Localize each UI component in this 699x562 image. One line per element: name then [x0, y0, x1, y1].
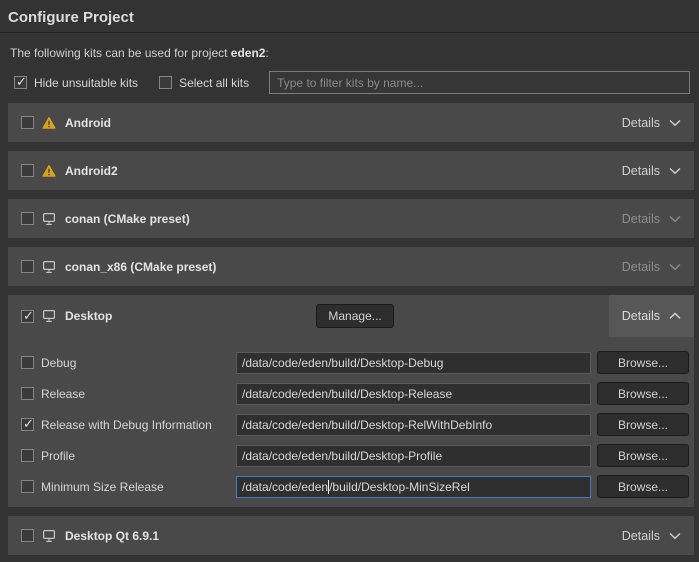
kits-description-suffix: : [265, 46, 268, 60]
details-label: Details [622, 164, 660, 178]
config-row-minsizerel: Minimum Size Release /data/code/eden/bui… [21, 475, 694, 498]
desktop-icon [42, 260, 56, 274]
warning-icon [42, 164, 56, 178]
details-label: Details [622, 116, 660, 130]
config-row-debug: Debug Browse... [21, 351, 694, 374]
config-checkbox[interactable] [21, 449, 34, 462]
kit-name: Android2 [65, 164, 118, 178]
warning-icon [42, 116, 56, 130]
config-row-profile: Profile Browse... [21, 444, 694, 467]
kit-row-conan-x86: conan_x86 (CMake preset) Details [8, 247, 694, 286]
config-left: Profile [21, 449, 236, 463]
kit-name: conan_x86 (CMake preset) [65, 260, 216, 274]
details-label: Details [622, 309, 660, 323]
config-left: Debug [21, 356, 236, 370]
chevron-up-icon [669, 312, 681, 320]
config-label: Release with Debug Information [41, 418, 212, 432]
browse-button[interactable]: Browse... [597, 382, 689, 405]
chevron-down-icon [669, 532, 681, 540]
browse-button[interactable]: Browse... [597, 413, 689, 436]
kit-checkbox[interactable] [21, 116, 34, 129]
kit-row-conan: conan (CMake preset) Details [8, 199, 694, 238]
kit-list: Android Details Android2 Details c [8, 103, 694, 555]
configure-project-page: Configure Project The following kits can… [0, 0, 699, 562]
filter-row: Hide unsuitable kits Select all kits [14, 71, 690, 94]
config-row-relwithdebinfo: Release with Debug Information Browse... [21, 413, 694, 436]
kit-row-android: Android Details [8, 103, 694, 142]
kit-name: Desktop Qt 6.9.1 [65, 529, 159, 543]
kit-checkbox[interactable] [21, 212, 34, 225]
config-label: Release [41, 387, 85, 401]
build-dir-input[interactable] [236, 445, 591, 467]
config-left: Release with Debug Information [21, 418, 236, 432]
desktop-icon [42, 212, 56, 226]
config-checkbox[interactable] [21, 418, 34, 431]
details-toggle[interactable]: Details [609, 199, 694, 238]
browse-button[interactable]: Browse... [597, 475, 689, 498]
kit-row-android2: Android2 Details [8, 151, 694, 190]
path-text-before-caret: /data/code/eden [242, 480, 328, 494]
manage-button[interactable]: Manage... [316, 304, 394, 328]
build-dir-input[interactable] [236, 352, 591, 374]
details-toggle[interactable]: Details [609, 151, 694, 190]
config-left: Minimum Size Release [21, 480, 236, 494]
config-label: Debug [41, 356, 76, 370]
kit-checkbox[interactable] [21, 260, 34, 273]
build-dir-input-focused[interactable]: /data/code/eden/build/Desktop-MinSizeRel [236, 476, 591, 498]
kits-description: The following kits can be used for proje… [10, 46, 689, 60]
chevron-down-icon [669, 215, 681, 223]
hide-unsuitable-kits-checkbox[interactable]: Hide unsuitable kits [14, 76, 138, 90]
title-divider [0, 32, 699, 33]
details-toggle[interactable]: Details [609, 103, 694, 142]
path-text-after-caret: /build/Desktop-MinSizeRel [329, 480, 470, 494]
kits-description-prefix: The following kits can be used for proje… [10, 46, 231, 60]
details-label: Details [622, 212, 660, 226]
select-all-kits-label: Select all kits [179, 76, 249, 90]
config-checkbox[interactable] [21, 480, 34, 493]
hide-unsuitable-kits-label: Hide unsuitable kits [34, 76, 138, 90]
checkbox-checked-icon [14, 76, 27, 89]
details-toggle[interactable]: Details [609, 516, 694, 555]
kit-section-desktop: Desktop Details Manage... Debug Browse..… [8, 295, 694, 507]
kit-name: Android [65, 116, 111, 130]
desktop-icon [42, 529, 56, 543]
project-name: eden2 [231, 46, 266, 60]
kit-filter-input[interactable] [269, 71, 690, 94]
kit-name: Desktop [65, 309, 112, 323]
details-label: Details [622, 260, 660, 274]
kit-row-desktop-qt-691: Desktop Qt 6.9.1 Details [8, 516, 694, 555]
checkbox-unchecked-icon [159, 76, 172, 89]
desktop-icon [42, 309, 56, 323]
build-dir-input[interactable] [236, 383, 591, 405]
details-toggle[interactable]: Details [609, 247, 694, 286]
kit-name: conan (CMake preset) [65, 212, 190, 226]
config-row-release: Release Browse... [21, 382, 694, 405]
kit-checkbox[interactable] [21, 529, 34, 542]
kit-row-desktop: Desktop Details Manage... [8, 295, 694, 337]
browse-button[interactable]: Browse... [597, 444, 689, 467]
build-dir-input[interactable] [236, 414, 591, 436]
config-checkbox[interactable] [21, 387, 34, 400]
config-left: Release [21, 387, 236, 401]
details-label: Details [622, 529, 660, 543]
chevron-down-icon [669, 167, 681, 175]
select-all-kits-checkbox[interactable]: Select all kits [159, 76, 249, 90]
config-label: Minimum Size Release [41, 480, 164, 494]
page-title: Configure Project [0, 0, 699, 32]
config-label: Profile [41, 449, 75, 463]
kit-checkbox[interactable] [21, 164, 34, 177]
details-toggle[interactable]: Details [609, 295, 694, 337]
config-checkbox[interactable] [21, 356, 34, 369]
chevron-down-icon [669, 119, 681, 127]
browse-button[interactable]: Browse... [597, 351, 689, 374]
chevron-down-icon [669, 263, 681, 271]
kit-checkbox[interactable] [21, 310, 34, 323]
